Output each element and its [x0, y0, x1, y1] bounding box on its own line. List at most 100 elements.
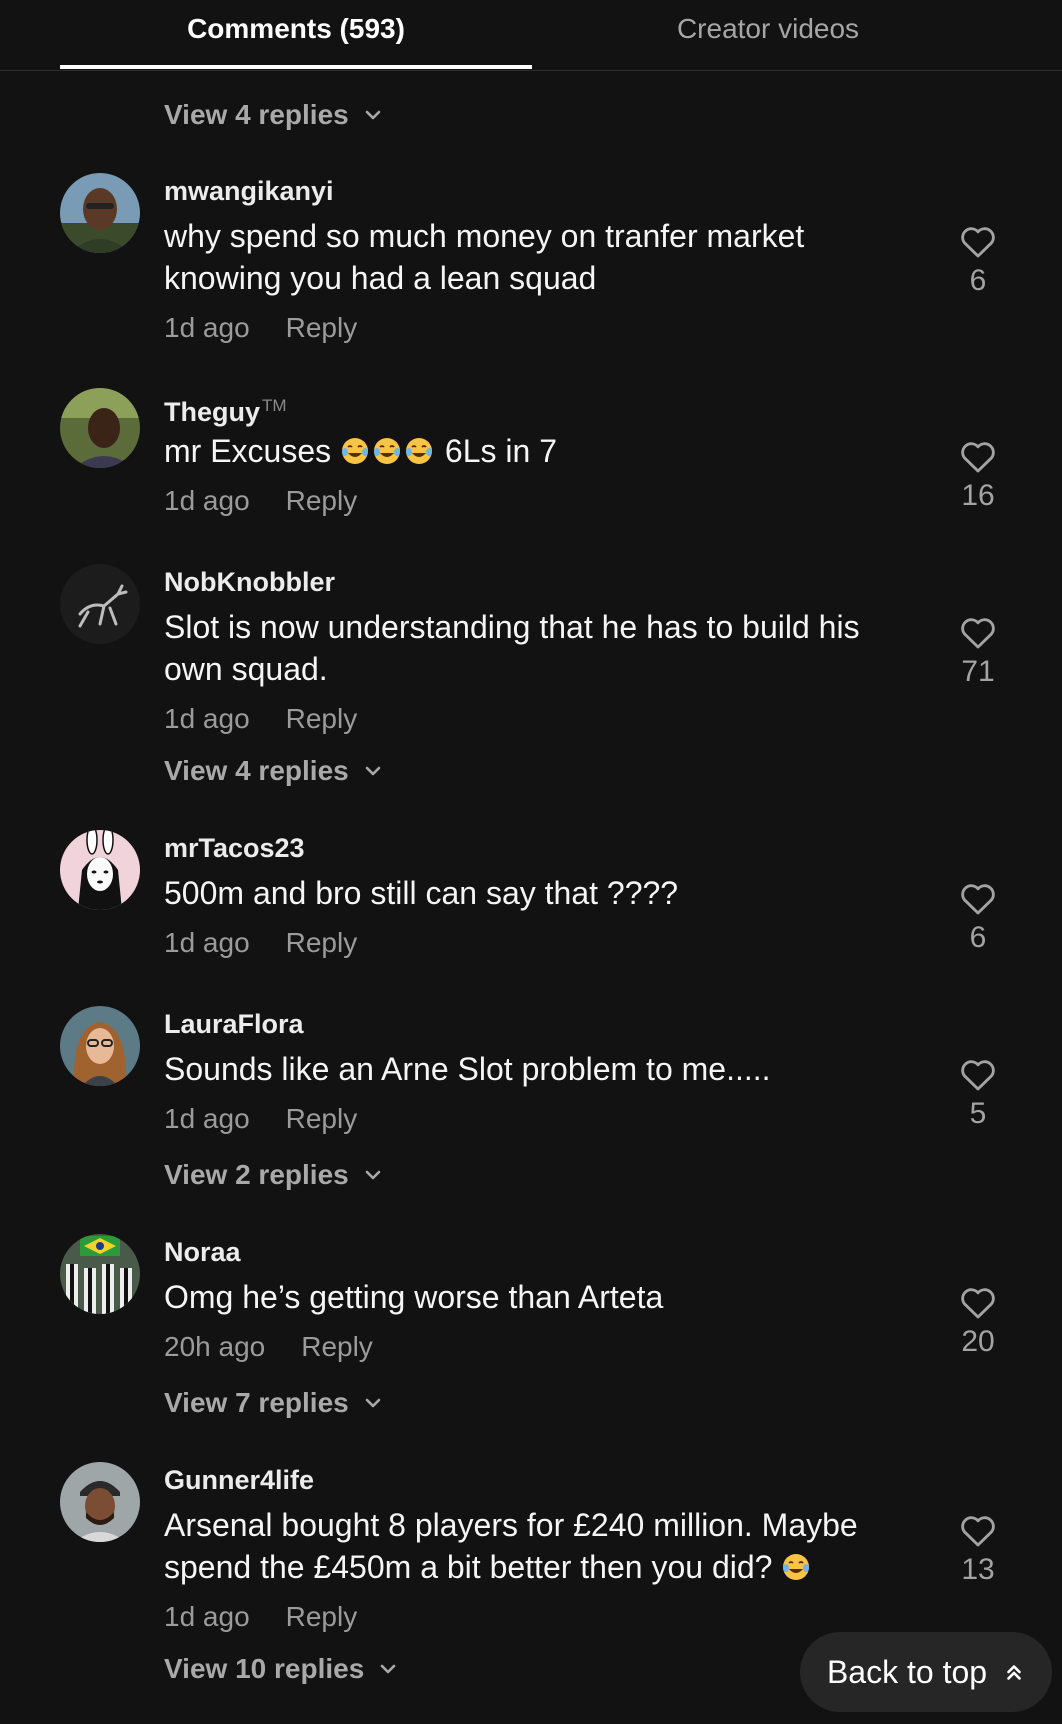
- like-count: 6: [969, 264, 987, 297]
- username[interactable]: mwangikanyi: [164, 175, 334, 207]
- double-chevron-up-icon: [1007, 1665, 1021, 1680]
- tab-creator-videos[interactable]: Creator videos: [532, 12, 1004, 46]
- view-replies-button[interactable]: View 10 replies: [164, 1652, 400, 1686]
- comment-meta: 1d ago Reply: [164, 1102, 357, 1136]
- comment-meta: 20h ago Reply: [164, 1330, 373, 1364]
- like-count: 20: [961, 1325, 995, 1358]
- comment-text: 500m and bro still can say that ????: [164, 872, 924, 914]
- view-replies-label: View 4 replies: [164, 99, 349, 130]
- avatar[interactable]: [60, 1462, 140, 1542]
- timestamp: 1d ago: [164, 703, 250, 734]
- reply-button[interactable]: Reply: [286, 312, 358, 343]
- like-count: 13: [961, 1553, 995, 1586]
- view-replies-label: View 10 replies: [164, 1653, 365, 1684]
- like-button[interactable]: 20: [950, 1284, 1006, 1360]
- like-button[interactable]: 13: [950, 1512, 1006, 1588]
- like-button[interactable]: 71: [950, 614, 1006, 690]
- comment-text-line: Sounds like an Arne Slot problem to me..…: [164, 1051, 771, 1087]
- comment-text-line: Slot is now understanding that he has to…: [164, 609, 860, 645]
- like-count: 5: [969, 1097, 987, 1130]
- username-text: Theguy: [164, 397, 261, 427]
- comment-meta: 1d ago Reply: [164, 484, 357, 518]
- comment-text-part: 6Ls in 7: [444, 433, 557, 469]
- heart-icon: [961, 884, 995, 915]
- tab-comments[interactable]: Comments (593): [60, 12, 532, 46]
- view-replies-label: View 2 replies: [164, 1159, 349, 1190]
- like-count: 16: [961, 479, 995, 512]
- heart-icon: [961, 227, 995, 258]
- tab-bar: Comments (593) Creator videos: [0, 0, 1062, 71]
- chevron-down-icon: [365, 1170, 381, 1180]
- reply-button[interactable]: Reply: [286, 1103, 358, 1134]
- timestamp: 1d ago: [164, 1601, 250, 1632]
- chevron-down-icon: [365, 1398, 381, 1408]
- back-to-top-button[interactable]: Back to top: [800, 1632, 1052, 1712]
- avatar[interactable]: [60, 173, 140, 253]
- view-replies-button[interactable]: View 4 replies: [164, 98, 385, 132]
- reply-button[interactable]: Reply: [286, 927, 358, 958]
- like-button[interactable]: 5: [950, 1056, 1006, 1132]
- like-button[interactable]: 6: [950, 223, 1006, 299]
- comment-text-line: knowing you had a lean squad: [164, 260, 597, 296]
- username[interactable]: Theguy TM: [164, 390, 287, 428]
- comment-meta: 1d ago Reply: [164, 311, 357, 345]
- reply-button[interactable]: Reply: [286, 703, 358, 734]
- avatar[interactable]: [60, 830, 140, 910]
- comment-text-part: mr Excuses: [164, 433, 332, 469]
- chevron-down-icon: [380, 1664, 396, 1674]
- comment-text-line: why spend so much money on tranfer marke…: [164, 218, 805, 254]
- heart-icon: [961, 442, 995, 473]
- comment-meta: 1d ago Reply: [164, 926, 357, 960]
- laughing-tears-emoji: [374, 438, 401, 464]
- heart-icon: [961, 1288, 995, 1319]
- comment-text: Omg he’s getting worse than Arteta: [164, 1276, 924, 1318]
- username[interactable]: mrTacos23: [164, 832, 305, 864]
- like-button[interactable]: 16: [950, 438, 1006, 514]
- username[interactable]: LauraFlora: [164, 1008, 304, 1040]
- comment-text: mr Excuses 6Ls in 7: [164, 430, 924, 472]
- comment-text-line: Arsenal bought 8 players for £240 millio…: [164, 1507, 858, 1543]
- comment-meta: 1d ago Reply: [164, 1600, 357, 1634]
- view-replies-button[interactable]: View 4 replies: [164, 754, 385, 788]
- view-replies-label: View 4 replies: [164, 755, 349, 786]
- laughing-tears-emoji: [783, 1554, 810, 1580]
- like-button[interactable]: 6: [950, 880, 1006, 956]
- timestamp: 1d ago: [164, 1103, 250, 1134]
- timestamp: 20h ago: [164, 1331, 266, 1362]
- heart-icon: [961, 1516, 995, 1547]
- comment-text: why spend so much money on tranfer marke…: [164, 215, 924, 299]
- heart-icon: [961, 618, 995, 649]
- reply-button[interactable]: Reply: [301, 1331, 373, 1362]
- view-replies-button[interactable]: View 2 replies: [164, 1158, 385, 1192]
- back-to-top-label: Back to top: [826, 1653, 988, 1690]
- timestamp: 1d ago: [164, 312, 250, 343]
- view-replies-label: View 7 replies: [164, 1387, 349, 1418]
- username[interactable]: Noraa: [164, 1236, 241, 1268]
- view-replies-button[interactable]: View 7 replies: [164, 1386, 385, 1420]
- active-tab-indicator: [60, 65, 532, 69]
- username[interactable]: NobKnobbler: [164, 566, 335, 598]
- comment-meta: 1d ago Reply: [164, 702, 357, 736]
- timestamp: 1d ago: [164, 927, 250, 958]
- comment-text-line: Omg he’s getting worse than Arteta: [164, 1279, 664, 1315]
- trademark-suffix: TM: [262, 396, 287, 415]
- avatar[interactable]: [60, 564, 140, 644]
- username[interactable]: Gunner4life: [164, 1464, 314, 1496]
- avatar[interactable]: [60, 1006, 140, 1086]
- reply-button[interactable]: Reply: [286, 1601, 358, 1632]
- comment-text-line: spend the £450m a bit better then you di…: [164, 1549, 773, 1585]
- comment-text: Arsenal bought 8 players for £240 millio…: [164, 1504, 924, 1588]
- laughing-tears-emoji: [406, 438, 433, 464]
- chevron-down-icon: [365, 766, 381, 776]
- comment-text: Slot is now understanding that he has to…: [164, 606, 924, 690]
- avatar[interactable]: [60, 1234, 140, 1314]
- comment-text-line-with-emoji: spend the £450m a bit better then you di…: [164, 1546, 924, 1588]
- reply-button[interactable]: Reply: [286, 485, 358, 516]
- heart-icon: [961, 1060, 995, 1091]
- comment-text-line: 500m and bro still can say that ????: [164, 875, 679, 911]
- timestamp: 1d ago: [164, 485, 250, 516]
- avatar[interactable]: [60, 388, 140, 468]
- chevron-down-icon: [365, 110, 381, 120]
- comment-text: Sounds like an Arne Slot problem to me..…: [164, 1048, 924, 1090]
- like-count: 6: [969, 921, 987, 954]
